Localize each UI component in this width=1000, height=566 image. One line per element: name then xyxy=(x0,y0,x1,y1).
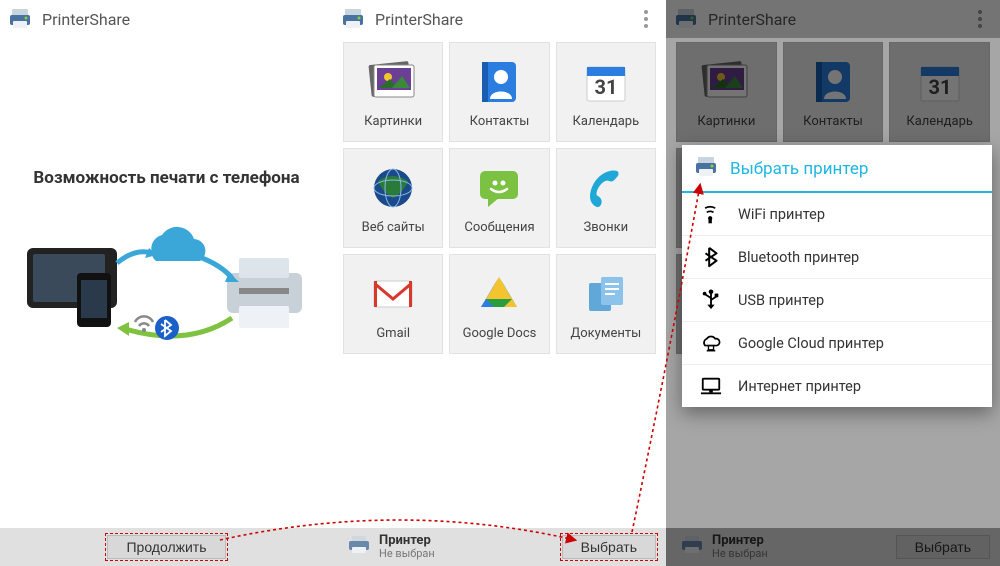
app-icon xyxy=(341,7,367,31)
panel-main: PrinterShare Картинки Контакты Календарь Ве… xyxy=(333,0,666,566)
app-title: PrinterShare xyxy=(42,10,130,29)
tile-gdocs[interactable]: Google Docs xyxy=(449,254,549,354)
contacts-icon xyxy=(807,56,859,108)
tile-label: Календарь xyxy=(906,114,973,129)
printer-icon xyxy=(694,155,720,183)
panel-popup: PrinterShare КартинкиКонтактыКалендарьВе… xyxy=(666,0,1000,566)
intro-illustration xyxy=(17,218,317,368)
bottom-bar: Принтер Не выбран Выбрать xyxy=(333,528,666,566)
calendar-icon xyxy=(580,56,632,108)
tile-label: Google Docs xyxy=(463,326,537,341)
tile-pictures[interactable]: Картинки xyxy=(343,42,443,142)
panel-intro: PrinterShare Возможность печати с телефо… xyxy=(0,0,333,566)
printer-status: Принтер Не выбран xyxy=(680,534,896,560)
popup-item-label: Google Cloud принтер xyxy=(738,335,884,352)
tile-label: Контакты xyxy=(803,114,863,129)
popup-item-label: USB принтер xyxy=(738,292,824,309)
popup-item-wifi[interactable]: WiFi принтер xyxy=(682,193,992,236)
tile-messages[interactable]: Сообщения xyxy=(449,148,549,248)
popup-item-internet[interactable]: Интернет принтер xyxy=(682,365,992,407)
tile-label: Календарь xyxy=(573,114,640,129)
continue-button[interactable]: Продолжить xyxy=(107,535,225,559)
intro-content: Возможность печати с телефона xyxy=(0,38,333,528)
tile-label: Картинки xyxy=(697,114,755,129)
app-icon xyxy=(674,7,700,31)
tile-label: Gmail xyxy=(376,326,410,341)
internet-icon xyxy=(698,375,724,397)
select-printer-button[interactable]: Выбрать xyxy=(896,535,990,559)
popup-item-label: Bluetooth принтер xyxy=(738,249,859,266)
header: PrinterShare xyxy=(0,0,333,38)
app-title: PrinterShare xyxy=(708,10,796,29)
printer-icon xyxy=(680,535,704,559)
tile-calendar[interactable]: Календарь xyxy=(889,42,990,142)
contacts-icon xyxy=(473,56,525,108)
pictures-icon xyxy=(700,56,752,108)
printer-icon xyxy=(347,535,371,559)
tile-label: Веб сайты xyxy=(362,220,425,235)
wifi-icon xyxy=(698,203,724,225)
tile-contacts[interactable]: Контакты xyxy=(783,42,884,142)
tile-label: Контакты xyxy=(470,114,530,129)
bottom-bar: Принтер Не выбран Выбрать xyxy=(666,528,1000,566)
popup-header: Выбрать принтер xyxy=(682,145,992,193)
tile-label: Звонки xyxy=(584,220,629,235)
printer-heading: Принтер xyxy=(712,534,768,548)
overflow-menu-icon[interactable] xyxy=(634,7,658,31)
printer-status: Принтер Не выбран xyxy=(347,534,562,560)
tile-label: Документы xyxy=(570,326,641,341)
printer-status-text: Не выбран xyxy=(379,548,435,560)
tile-calls[interactable]: Звонки xyxy=(556,148,656,248)
tile-gmail[interactable]: Gmail xyxy=(343,254,443,354)
intro-slogan: Возможность печати с телефона xyxy=(33,168,299,188)
tile-calendar[interactable]: Календарь xyxy=(556,42,656,142)
select-printer-button[interactable]: Выбрать xyxy=(562,535,656,559)
docs-icon xyxy=(580,268,632,320)
calls-icon xyxy=(580,162,632,214)
bottom-bar: Продолжить xyxy=(0,528,333,566)
cloud-icon xyxy=(698,332,724,354)
popup-item-label: Интернет принтер xyxy=(738,378,861,395)
popup-item-cloud[interactable]: Google Cloud принтер xyxy=(682,322,992,365)
header: PrinterShare xyxy=(666,0,1000,38)
popup-item-bluetooth[interactable]: Bluetooth принтер xyxy=(682,236,992,279)
select-printer-popup: Выбрать принтер WiFi принтер Bluetooth пр… xyxy=(682,145,992,407)
popup-item-label: WiFi принтер xyxy=(738,206,825,223)
tile-pictures[interactable]: Картинки xyxy=(676,42,777,142)
tile-label: Сообщения xyxy=(464,220,534,235)
content-grid: Картинки Контакты Календарь Веб сайты Сообще… xyxy=(343,42,656,354)
popup-item-usb[interactable]: USB принтер xyxy=(682,279,992,322)
popup-title: Выбрать принтер xyxy=(730,159,868,179)
tile-docs[interactable]: Документы xyxy=(556,254,656,354)
tile-web[interactable]: Веб сайты xyxy=(343,148,443,248)
usb-icon xyxy=(698,289,724,311)
gdocs-icon xyxy=(473,268,525,320)
bluetooth-icon xyxy=(698,246,724,268)
pictures-icon xyxy=(367,56,419,108)
web-icon xyxy=(367,162,419,214)
tile-label: Картинки xyxy=(364,114,422,129)
header: PrinterShare xyxy=(333,0,666,38)
app-icon xyxy=(8,7,34,31)
overflow-menu-icon[interactable] xyxy=(968,7,992,31)
printer-heading: Принтер xyxy=(379,534,435,548)
printer-status-text: Не выбран xyxy=(712,548,768,560)
tile-contacts[interactable]: Контакты xyxy=(449,42,549,142)
app-title: PrinterShare xyxy=(375,10,463,29)
gmail-icon xyxy=(367,268,419,320)
messages-icon xyxy=(473,162,525,214)
calendar-icon xyxy=(914,56,966,108)
